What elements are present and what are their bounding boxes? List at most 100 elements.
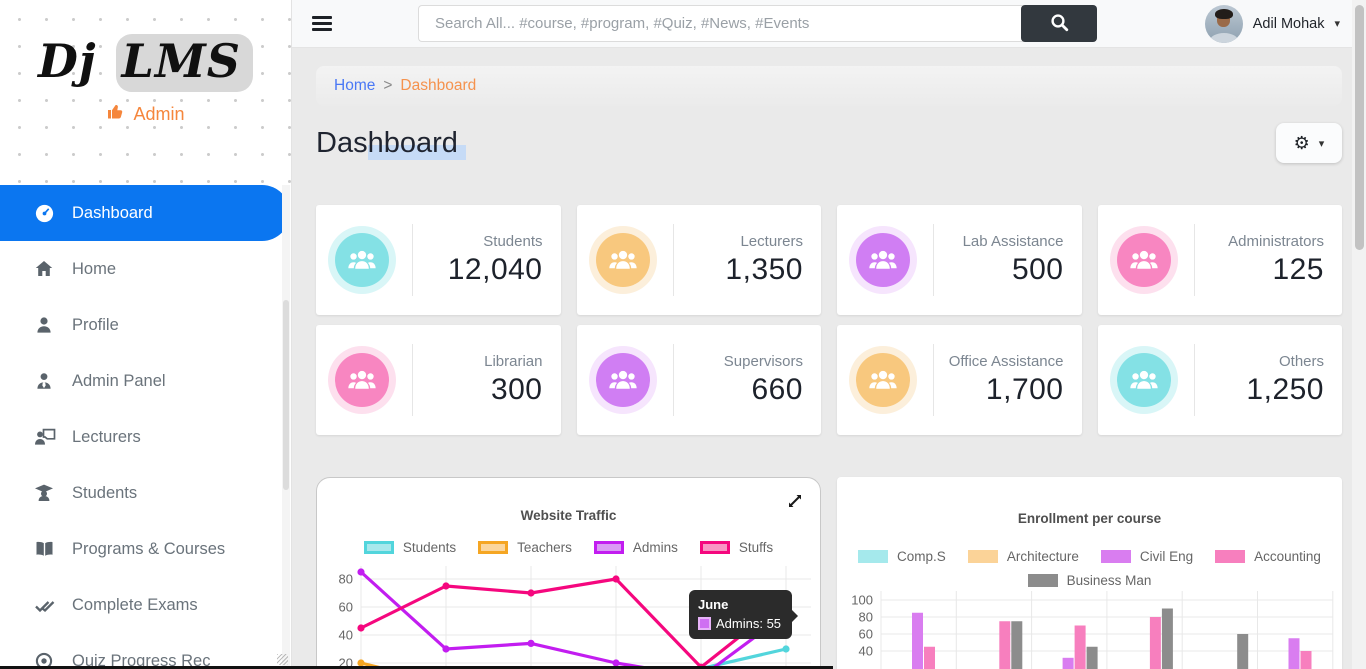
chevron-down-icon: ▾ bbox=[1334, 17, 1340, 30]
breadcrumb-home-link[interactable]: Home bbox=[334, 77, 375, 95]
users-group-icon bbox=[596, 353, 650, 407]
sidebar-resize-grip[interactable] bbox=[277, 654, 288, 665]
sidebar-scrollbar[interactable] bbox=[282, 185, 290, 669]
legend-item-students[interactable]: Students bbox=[364, 540, 456, 555]
sidebar-item-profile[interactable]: Profile bbox=[0, 297, 291, 353]
sidebar-item-dashboard[interactable]: Dashboard bbox=[0, 185, 290, 241]
sidebar-item-label: Complete Exams bbox=[72, 596, 198, 615]
legend-label: Students bbox=[403, 540, 456, 555]
stat-card-lab-assistance[interactable]: Lab Assistance 500 bbox=[837, 205, 1082, 315]
sidebar-item-home[interactable]: Home bbox=[0, 241, 291, 297]
hamburger-icon[interactable] bbox=[312, 13, 332, 35]
chart-tooltip: June Admins: 55 bbox=[689, 590, 792, 639]
gauge-icon bbox=[34, 202, 56, 224]
avatar bbox=[1205, 5, 1243, 43]
stats-grid: Students 12,040 Lecturers 1,350 Lab Assi… bbox=[316, 205, 1342, 435]
stat-value: 1,250 bbox=[1209, 373, 1325, 407]
search-input[interactable] bbox=[418, 5, 1023, 42]
stat-icon-ring bbox=[328, 346, 396, 414]
stat-card-supervisors[interactable]: Supervisors 660 bbox=[577, 325, 822, 435]
tooltip-series-swatch bbox=[698, 617, 711, 630]
stat-card-others[interactable]: Others 1,250 bbox=[1098, 325, 1343, 435]
bar-chart-legend-row1[interactable]: Comp.S Architecture Civil Eng Accounting bbox=[837, 549, 1342, 564]
sidebar-item-lecturers[interactable]: Lecturers bbox=[0, 409, 291, 465]
breadcrumb-current: Dashboard bbox=[400, 77, 476, 95]
home-icon bbox=[34, 258, 56, 280]
sidebar-item-quiz-progress-rec[interactable]: Quiz Progress Rec bbox=[0, 633, 291, 669]
legend-item-admins[interactable]: Admins bbox=[594, 540, 678, 555]
search-bar bbox=[418, 5, 1097, 42]
svg-text:80: 80 bbox=[339, 572, 353, 587]
page-scrollbar-thumb[interactable] bbox=[1355, 5, 1364, 250]
page-scrollbar[interactable] bbox=[1352, 0, 1366, 669]
stat-value: 660 bbox=[688, 373, 804, 407]
app-logo[interactable]: Dj LMS bbox=[0, 34, 291, 88]
sidebar-item-label: Students bbox=[72, 484, 137, 503]
svg-text:100: 100 bbox=[851, 593, 873, 608]
legend-item-accounting[interactable]: Accounting bbox=[1215, 549, 1321, 564]
svg-text:60: 60 bbox=[859, 627, 873, 642]
stat-card-students[interactable]: Students 12,040 bbox=[316, 205, 561, 315]
search-button[interactable] bbox=[1021, 5, 1097, 42]
legend-label: Admins bbox=[633, 540, 678, 555]
settings-button[interactable]: ⚙ ▾ bbox=[1276, 123, 1342, 163]
svg-text:80: 80 bbox=[859, 610, 873, 625]
admin-role-link[interactable]: Admin bbox=[0, 102, 291, 126]
stat-label: Lecturers bbox=[688, 233, 804, 252]
line-chart-legend[interactable]: Students Teachers Admins Stuffs bbox=[317, 540, 820, 555]
legend-item-comp-s[interactable]: Comp.S bbox=[858, 549, 946, 564]
stat-divider bbox=[412, 344, 413, 416]
sidebar-item-students[interactable]: Students bbox=[0, 465, 291, 521]
sidebar-item-programs-courses[interactable]: Programs & Courses bbox=[0, 521, 291, 577]
search-icon bbox=[1050, 13, 1069, 35]
legend-swatch bbox=[364, 541, 394, 554]
stat-icon-ring bbox=[849, 226, 917, 294]
stat-divider bbox=[673, 344, 674, 416]
user-menu[interactable]: Adil Mohak ▾ bbox=[1205, 5, 1340, 43]
bar-chart-canvas[interactable]: 100806040 bbox=[837, 577, 1342, 669]
legend-swatch bbox=[478, 541, 508, 554]
users-group-icon bbox=[596, 233, 650, 287]
sidebar-menu: Dashboard Home Profile Admin Panel Lectu… bbox=[0, 185, 291, 669]
stat-value: 300 bbox=[427, 373, 543, 407]
legend-item-teachers[interactable]: Teachers bbox=[478, 540, 572, 555]
sidebar-item-admin-panel[interactable]: Admin Panel bbox=[0, 353, 291, 409]
stat-card-administrators[interactable]: Administrators 125 bbox=[1098, 205, 1343, 315]
sidebar-scrollbar-thumb[interactable] bbox=[283, 300, 289, 490]
users-group-icon bbox=[856, 353, 910, 407]
legend-swatch bbox=[594, 541, 624, 554]
user-tie-icon bbox=[34, 370, 56, 392]
tooltip-title: June bbox=[698, 597, 781, 612]
logo-part-lms: LMS bbox=[116, 34, 253, 92]
stat-icon-ring bbox=[1110, 346, 1178, 414]
users-group-icon bbox=[335, 353, 389, 407]
stat-card-librarian[interactable]: Librarian 300 bbox=[316, 325, 561, 435]
legend-label: Comp.S bbox=[897, 549, 946, 564]
stat-icon-ring bbox=[328, 226, 396, 294]
legend-item-architecture[interactable]: Architecture bbox=[968, 549, 1079, 564]
stat-value: 500 bbox=[948, 253, 1064, 287]
legend-label: Teachers bbox=[517, 540, 572, 555]
app-root: Dj LMS Admin Dashboard Home Profile Admi… bbox=[0, 0, 1366, 669]
sidebar-header: Dj LMS Admin bbox=[0, 0, 291, 185]
stat-value: 125 bbox=[1209, 253, 1325, 287]
admin-role-label: Admin bbox=[133, 104, 184, 125]
thumbs-up-icon bbox=[106, 102, 125, 126]
legend-label: Stuffs bbox=[739, 540, 773, 555]
stat-label: Administrators bbox=[1209, 233, 1325, 252]
sidebar-item-label: Programs & Courses bbox=[72, 540, 225, 559]
stat-divider bbox=[933, 344, 934, 416]
legend-item-civil-eng[interactable]: Civil Eng bbox=[1101, 549, 1193, 564]
stat-label: Librarian bbox=[427, 353, 543, 372]
sidebar: Dj LMS Admin Dashboard Home Profile Admi… bbox=[0, 0, 292, 669]
stat-card-lecturers[interactable]: Lecturers 1,350 bbox=[577, 205, 822, 315]
stat-divider bbox=[1194, 224, 1195, 296]
stat-card-office-assistance[interactable]: Office Assistance 1,700 bbox=[837, 325, 1082, 435]
legend-item-stuffs[interactable]: Stuffs bbox=[700, 540, 773, 555]
sidebar-item-complete-exams[interactable]: Complete Exams bbox=[0, 577, 291, 633]
graduate-icon bbox=[34, 482, 56, 504]
stat-divider bbox=[673, 224, 674, 296]
sidebar-item-label: Lecturers bbox=[72, 428, 141, 447]
stat-divider bbox=[933, 224, 934, 296]
legend-label: Accounting bbox=[1254, 549, 1321, 564]
